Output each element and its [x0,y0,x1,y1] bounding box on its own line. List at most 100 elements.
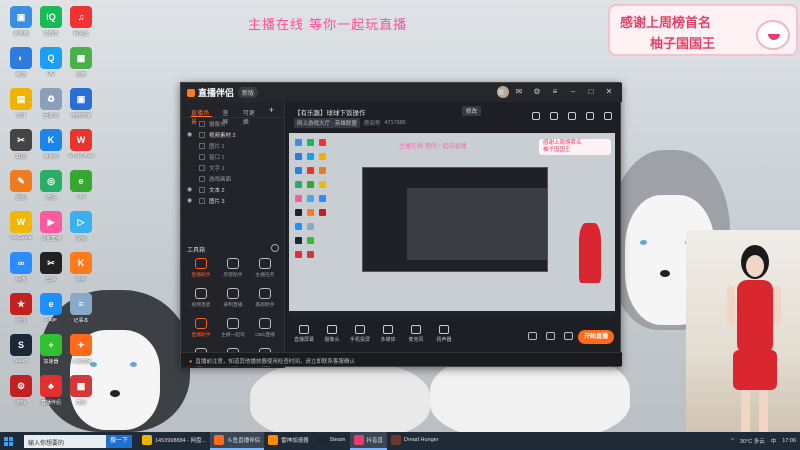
layer-item[interactable]: ◉ 文本 2 [181,184,284,195]
lock-icon[interactable] [550,112,558,120]
layer-list: 摄像头 ◉ 视频素材 2 图片 1 窗口 1 文字 1 游戏画面 ◉ 文本 2 ◉ 图片 3 [181,118,284,206]
bell-icon[interactable] [586,112,594,120]
source-control-button[interactable]: 直播屏幕 [290,325,318,343]
desktop-icon[interactable]: iQ 爱奇艺 [36,6,66,37]
taskbar-app[interactable]: 斗鱼直播伴侣 [210,432,265,450]
taskbar-search-input[interactable]: 输入你想要的 [24,434,106,448]
toolbox-item[interactable]: 录制直播 [217,288,249,308]
desktop-icon[interactable]: ♣ 直播伴侣 [36,375,66,406]
ime-indicator[interactable]: 中 [771,437,777,445]
camera-toggle-icon[interactable] [528,332,537,340]
version-badge[interactable]: 新版 [238,87,259,98]
source-control-button[interactable]: 摄像头 [318,325,346,343]
layer-item[interactable]: ◉ 图片 3 [181,195,284,206]
desktop-icon[interactable]: ◐ 傲游 [6,47,36,78]
desktop-icon[interactable]: ∞ 网盘 [6,252,36,283]
message-icon[interactable]: ✉ [514,87,524,97]
desktop-icon[interactable]: ▶ 斗鱼直播 [36,211,66,242]
toolbox-item[interactable]: 房管助手 [217,258,249,278]
desktop-icon[interactable]: ▣ 此电脑 [6,6,36,37]
desktop-icon[interactable]: e 360 [66,170,96,200]
taskbar-app[interactable]: 抖音直 [349,432,388,450]
desktop-icon[interactable]: ♫ 网易云 [66,6,96,37]
settings-icon[interactable]: ⚙ [532,87,542,97]
control-side-icons [528,332,573,340]
start-button[interactable] [0,432,16,450]
tool-label: 直播助手 [191,333,211,338]
layer-item[interactable]: 游戏画面 [181,173,284,184]
desktop-icon[interactable]: ◎ 微信 [36,170,66,201]
edit-title-button[interactable]: 修改 [462,106,482,116]
clock[interactable]: 17:06 [782,438,796,444]
layer-item[interactable]: 图片 1 [181,140,284,151]
desktop-icon[interactable]: K 快手 [66,252,96,283]
tshirt-icon[interactable]: ▣ [496,87,506,97]
desktop-icon[interactable]: W WeGame [6,211,36,241]
go-live-button[interactable]: 开始直播 [578,330,614,344]
taskbar-app[interactable]: Steam [313,432,350,450]
source-control-button[interactable]: 扬声器 [430,325,458,343]
desktop-icon[interactable]: ✂ 剪映 [36,252,66,283]
stream-preview[interactable]: 主播在线 等你一起玩直播 感谢上周榜首名 柚子国国王 [289,133,615,318]
toolbox-item[interactable]: OBS直播 [249,318,281,338]
desktop-icon[interactable]: ▦ 应用 [66,47,96,78]
layer-item[interactable]: 窗口 1 [181,151,284,162]
desktop-icon[interactable]: e Edge [36,293,66,323]
live-room-title: 【有乐趣】球球下饭操作 [294,110,366,117]
source-control-button[interactable]: 多媒体 [374,325,402,343]
share-icon[interactable] [604,112,612,120]
toolbox-item[interactable]: 主播任务 [249,258,281,278]
gift-icon[interactable] [568,112,576,120]
desktop-icon[interactable]: ⚙ 游戏 [6,375,36,406]
weather-status[interactable]: 30°C 多云 [740,437,765,445]
desktop-icon[interactable]: ★ 游戏 [6,293,36,324]
desktop-icon[interactable]: ✎ 画图 [6,170,36,201]
layout-icon[interactable] [532,112,540,120]
source-control-button[interactable]: 手机投屏 [346,325,374,343]
desktop-icon[interactable]: K 鲁大师 [36,129,66,160]
desktop-icon[interactable]: ▦ 直播 [66,375,96,406]
toolbox-item[interactable]: 主播一起玩 [217,318,249,338]
visibility-eye-icon[interactable]: ◉ [187,197,195,204]
layer-item[interactable]: 文字 1 [181,162,284,173]
tab-scene-main[interactable]: 直播场景 [191,108,213,126]
stream-overlay-banner: 主播在线 等你一起玩直播 [248,18,408,33]
desktop-icon-label: 此电脑 [13,31,29,37]
desktop-icon[interactable]: ✂ 截图 [6,129,36,160]
desktop-icon[interactable]: ✦ 斗鱼直播 [66,334,96,365]
source-control-button[interactable]: 麦克风 [402,325,430,343]
tab-scene-vertical[interactable]: 竖屏 [222,108,233,126]
live-category-tag[interactable]: 网上游戏大厅 · 英雄联盟 [294,118,360,128]
close-icon[interactable]: ✕ [604,87,614,97]
desktop-icon[interactable]: ♻ 回收站 [36,88,66,119]
layer-item[interactable]: ◉ 视频素材 2 [181,129,284,140]
toolbox-item[interactable]: 视频连麦 [185,288,217,308]
desktop-icon[interactable]: + 加速器 [36,334,66,365]
taskbar-app-label: Dread Hunger [404,437,439,443]
toolbox-settings-icon[interactable] [271,244,279,252]
desktop-icon[interactable]: Q QQ [36,47,66,77]
toolbox-item[interactable]: 直播助手 [185,318,217,338]
visibility-eye-icon[interactable]: ◉ [187,131,195,138]
visibility-eye-icon[interactable]: ◉ [187,186,195,193]
taskbar-app[interactable]: 雷神加速器 [264,432,313,450]
desktop-icon[interactable]: W WPS Office [66,129,96,159]
gear-icon[interactable] [564,332,573,340]
taskbar-app[interactable]: 1453998884 - 网盘... [138,432,210,450]
desktop-icon[interactable]: ≡ 记事本 [66,293,96,324]
desktop-icon[interactable]: ▷ 视频 [66,211,96,242]
toolbox-item[interactable]: 直播助手 [185,258,217,278]
toolbox-item[interactable]: 美颜助手 [249,288,281,308]
maximize-icon[interactable]: □ [586,87,596,97]
taskbar-search-button[interactable]: 搜一下 [106,434,132,448]
desktop-icon[interactable]: S Steam [6,334,36,364]
taskbar-app[interactable]: Dread Hunger [387,432,443,450]
tab-scene-switchable[interactable]: 可更换 [243,108,259,126]
desktop-icon[interactable]: ▣ 电脑管家 [66,88,96,119]
menu-icon[interactable]: ≡ [550,87,560,97]
add-scene-icon[interactable]: + [269,105,274,117]
desktop-icon[interactable]: ▤ 文件 [6,88,36,119]
eye-icon[interactable] [546,332,555,340]
tray-arrow-icon[interactable]: ^ [731,438,734,444]
minimize-icon[interactable]: – [568,87,578,97]
